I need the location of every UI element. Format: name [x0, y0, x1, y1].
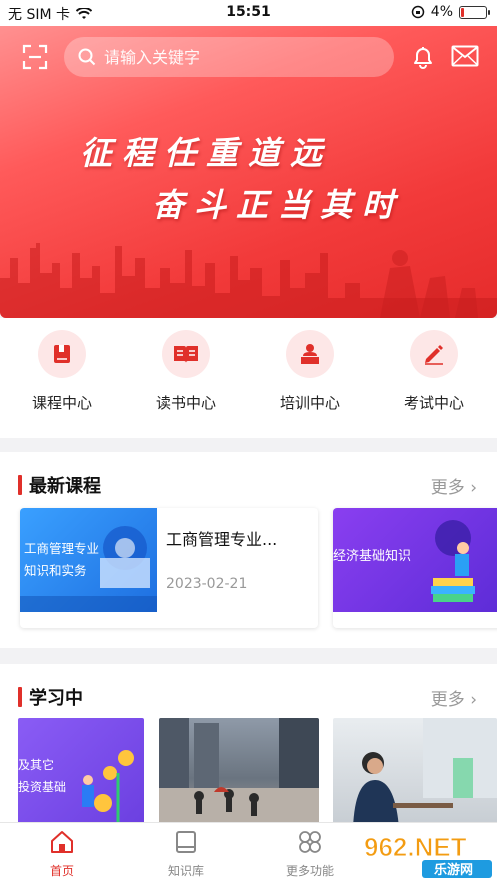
hero-banner[interactable]: 无 SIM 卡 15:51 4% 请输入关键字 征程任重道远 奋斗正当其时 — [0, 0, 497, 318]
thumbnail-caption: 及其它 投资基础 — [18, 758, 67, 794]
status-bar: 无 SIM 卡 15:51 4% — [0, 0, 497, 26]
tab-more-features[interactable]: 更多功能 — [265, 829, 355, 879]
office-worker-photo — [353, 718, 497, 828]
section-title: 学习中 — [29, 688, 83, 709]
section-marker — [18, 687, 22, 707]
battery-percent: 4% — [430, 4, 453, 20]
more-link[interactable]: 更多 › — [431, 473, 477, 498]
course-thumbnail: 工商管理专业 知识和实务 — [20, 508, 157, 612]
svg-text:962.NET: 962.NET — [364, 832, 467, 862]
course-card[interactable]: 工商管理专业 知识和实务 工商管理专业... 2023-02-21 — [20, 508, 318, 628]
tab-label: 更多功能 — [285, 864, 334, 878]
studying-course-card[interactable] — [333, 718, 497, 828]
scan-icon[interactable] — [22, 44, 48, 70]
home-icon — [51, 831, 73, 853]
more-link[interactable]: 更多 › — [431, 685, 477, 710]
tab-label: 知识库 — [167, 864, 204, 878]
book-icon — [54, 345, 70, 363]
battery-icon — [459, 5, 490, 19]
thumbnail-caption: 经济基础知识 — [333, 549, 412, 564]
course-card[interactable]: 经济基础知识 — [333, 508, 497, 628]
svg-text:乐游网: 乐游网 — [434, 862, 473, 878]
course-thumbnail: 经济基础知识 — [333, 508, 497, 612]
watermark-logo: 962.NET 乐游网 — [364, 832, 492, 878]
banner-slogan-line1: 征程任重道远 — [80, 134, 333, 172]
notification-bell-icon[interactable] — [410, 44, 436, 70]
course-title: 工商管理专业... — [166, 530, 278, 549]
nav-label: 读书中心 — [155, 394, 216, 412]
search-input[interactable] — [104, 47, 364, 67]
nav-label: 课程中心 — [31, 394, 92, 412]
tab-home[interactable]: 首页 — [17, 829, 107, 879]
search-bar[interactable] — [64, 37, 394, 77]
nav-course-center[interactable]: 课程中心 — [7, 330, 117, 413]
grid-icon — [299, 831, 321, 853]
open-book-icon — [174, 346, 198, 363]
nav-reading-center[interactable]: 读书中心 — [131, 330, 241, 413]
tab-label: 首页 — [49, 864, 74, 878]
section-title: 最新课程 — [29, 476, 101, 497]
studying-section: 学习中 更多 › 及其它 投资基础 — [0, 664, 497, 828]
nav-training-center[interactable]: 培训中心 — [255, 330, 365, 413]
section-marker — [18, 475, 22, 495]
city-skyline-graphic — [0, 243, 497, 318]
latest-courses-section: 最新课程 更多 › 工商管理专业 知识和实务 工商管理专业... 2023-02… — [0, 452, 497, 648]
studying-course-card[interactable] — [159, 718, 319, 828]
city-street-photo — [159, 718, 319, 828]
lecturer-icon — [301, 344, 319, 364]
nav-label: 考试中心 — [403, 394, 464, 412]
library-icon — [176, 831, 196, 853]
search-icon — [78, 48, 96, 66]
nav-label: 培训中心 — [279, 394, 340, 412]
tab-library[interactable]: 知识库 — [141, 829, 231, 879]
thumbnail-caption: 工商管理专业 知识和实务 — [24, 541, 100, 578]
studying-course-card[interactable]: 及其它 投资基础 — [18, 718, 144, 828]
message-mail-icon[interactable] — [451, 45, 479, 67]
orientation-lock-icon — [411, 5, 425, 19]
course-date: 2023-02-21 — [166, 576, 248, 592]
banner-slogan-line2: 奋斗正当其时 — [152, 186, 405, 224]
nav-exam-center[interactable]: 考试中心 — [379, 330, 489, 413]
pencil-icon — [425, 345, 443, 365]
quick-nav: 课程中心 读书中心 培训中心 考试中心 — [0, 318, 497, 438]
